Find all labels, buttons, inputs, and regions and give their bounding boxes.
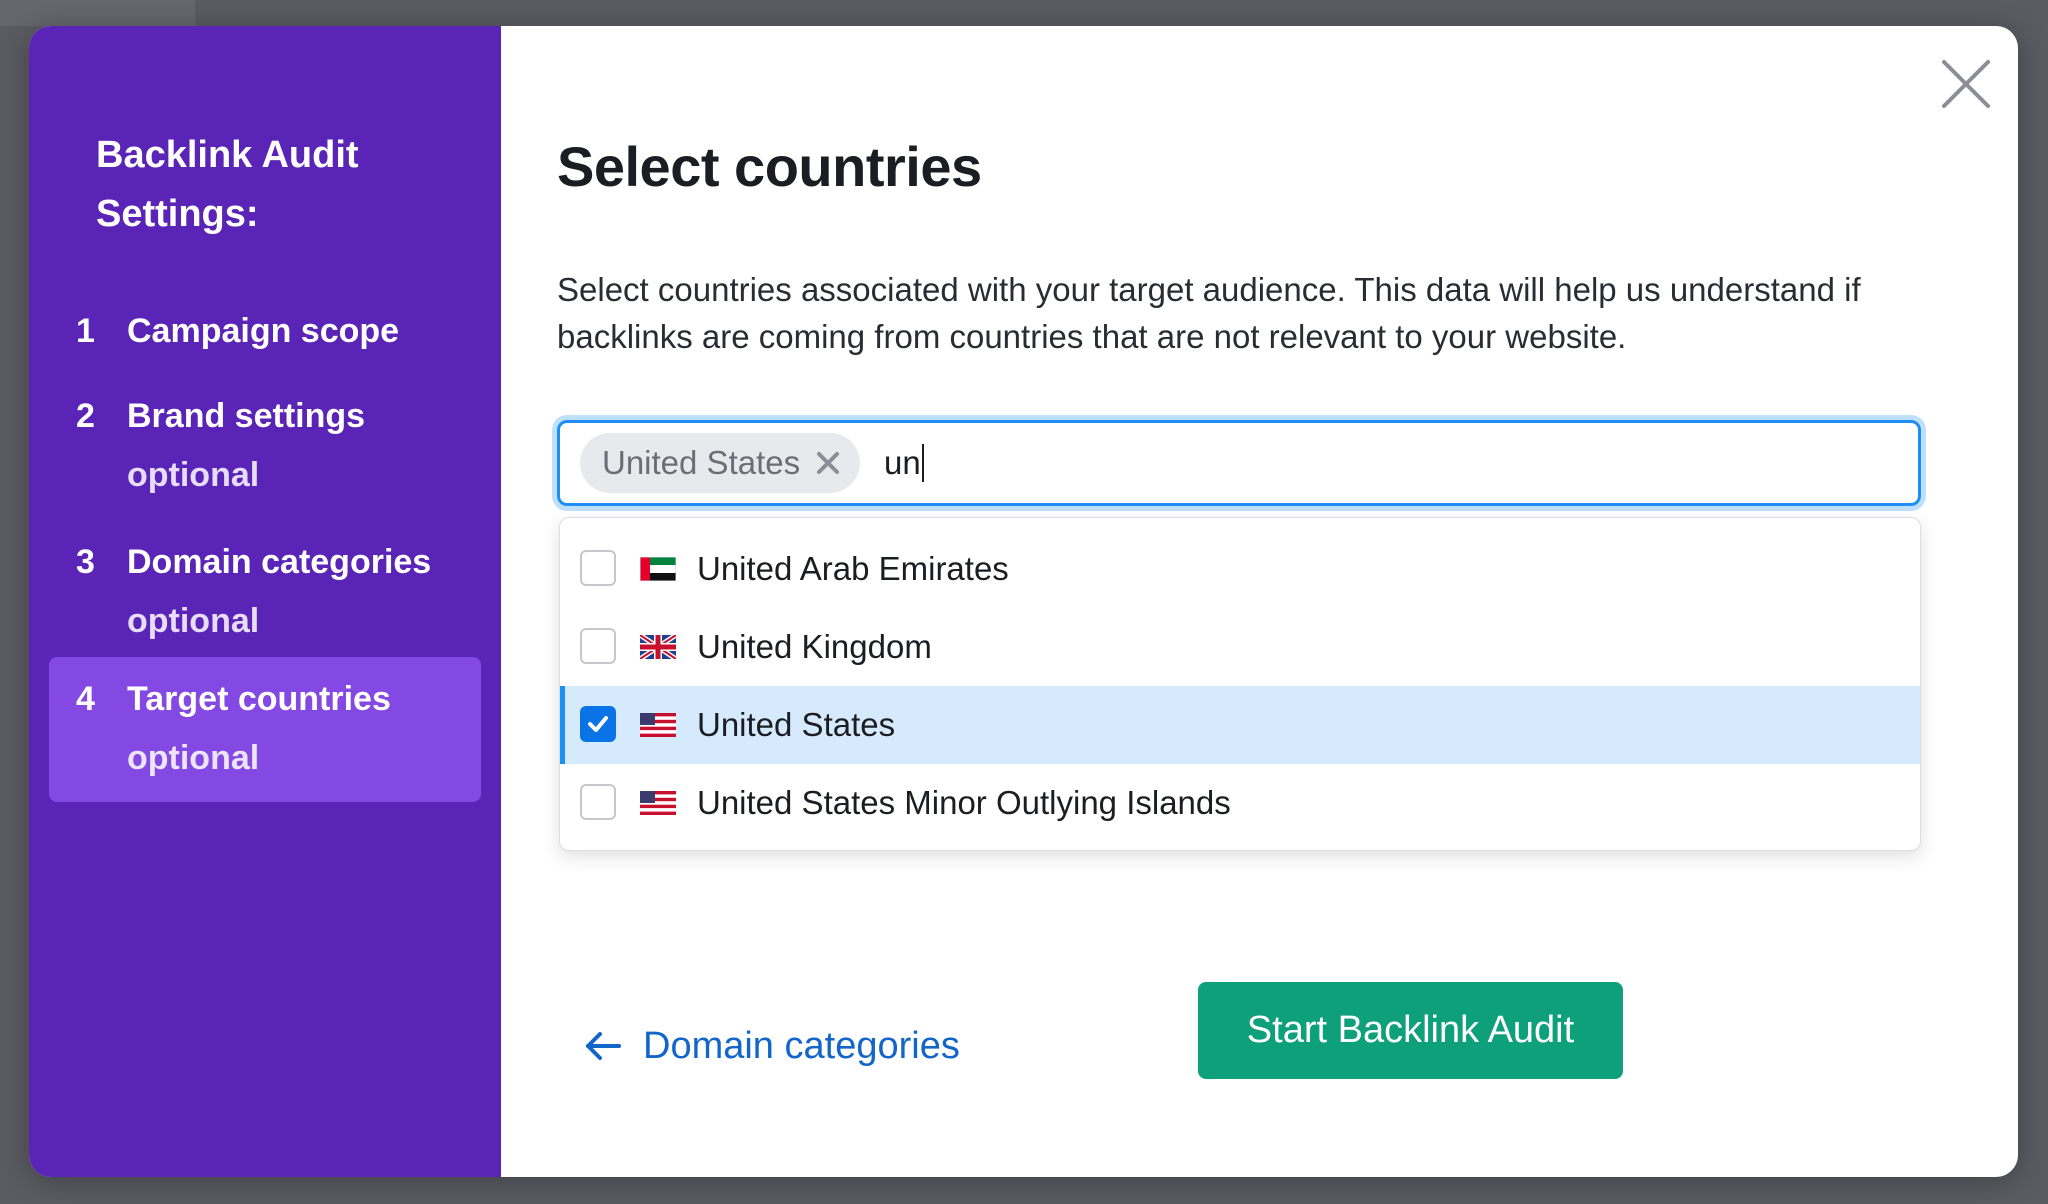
page-title: Select countries (557, 135, 982, 198)
step-label: Domain categories (127, 543, 432, 581)
chip-label: United States (602, 444, 801, 481)
step-number: 3 (76, 543, 95, 581)
sidebar-title: Backlink Audit Settings: (96, 126, 476, 244)
sidebar-step-brand-settings[interactable]: 2 Brand settings optional (49, 387, 481, 505)
sidebar-title-line1: Backlink Audit (96, 134, 359, 176)
settings-sidebar: Backlink Audit Settings: 1 Campaign scop… (29, 26, 501, 1177)
back-link-label: Domain categories (643, 1024, 960, 1067)
sidebar-step-domain-categories[interactable]: 3 Domain categories optional (49, 533, 481, 651)
arrow-left-icon (586, 1032, 621, 1060)
step-number: 2 (76, 397, 95, 435)
option-checkbox-checked[interactable] (580, 706, 616, 742)
country-search-input[interactable]: United States un (557, 420, 1921, 506)
option-checkbox[interactable] (580, 784, 616, 820)
step-optional-label: optional (127, 602, 260, 640)
step-label: Target countries (127, 680, 391, 718)
dialog-content: Select countries Select countries associ… (557, 26, 2018, 1177)
gb-flag-icon (640, 635, 676, 659)
step-number: 1 (76, 312, 95, 350)
backlink-audit-settings-dialog: Backlink Audit Settings: 1 Campaign scop… (29, 26, 2018, 1177)
page-description: Select countries associated with your ta… (557, 271, 1861, 355)
sidebar-step-target-countries[interactable]: 4 Target countries optional (49, 657, 481, 802)
option-label: United States Minor Outlying Islands (697, 784, 1231, 821)
country-option[interactable]: United Arab Emirates (560, 530, 1920, 608)
search-text[interactable]: un (884, 433, 924, 493)
option-label: United Kingdom (697, 628, 932, 665)
start-backlink-audit-button[interactable]: Start Backlink Audit (1198, 982, 1623, 1079)
country-option-selected[interactable]: United States (560, 686, 1920, 764)
country-dropdown: United Arab Emirates United Kingdom Unit… (559, 517, 1921, 851)
option-label: United Arab Emirates (697, 550, 1009, 587)
backdrop (0, 0, 195, 26)
sidebar-step-campaign-scope[interactable]: 1 Campaign scope (49, 302, 481, 361)
step-label: Brand settings (127, 397, 366, 435)
text-caret (921, 444, 924, 482)
us-flag-icon (640, 713, 676, 737)
sidebar-title-line2: Settings: (96, 193, 259, 235)
step-number: 4 (76, 680, 95, 718)
country-option[interactable]: United Kingdom (560, 608, 1920, 686)
checkmark-icon (588, 716, 608, 732)
ae-flag-icon (640, 557, 676, 581)
close-icon (817, 452, 840, 474)
us-flag-icon (640, 791, 676, 815)
back-to-domain-categories-link[interactable]: Domain categories (585, 1006, 960, 1086)
option-label: United States (697, 706, 896, 743)
chip-remove-button[interactable] (814, 449, 842, 477)
step-optional-label: optional (127, 456, 260, 494)
step-label: Campaign scope (127, 312, 400, 350)
search-value: un (884, 444, 921, 481)
country-option[interactable]: United States Minor Outlying Islands (560, 764, 1920, 842)
option-checkbox[interactable] (580, 628, 616, 664)
country-chip: United States (580, 433, 860, 493)
step-optional-label: optional (127, 739, 260, 777)
option-checkbox[interactable] (580, 550, 616, 586)
